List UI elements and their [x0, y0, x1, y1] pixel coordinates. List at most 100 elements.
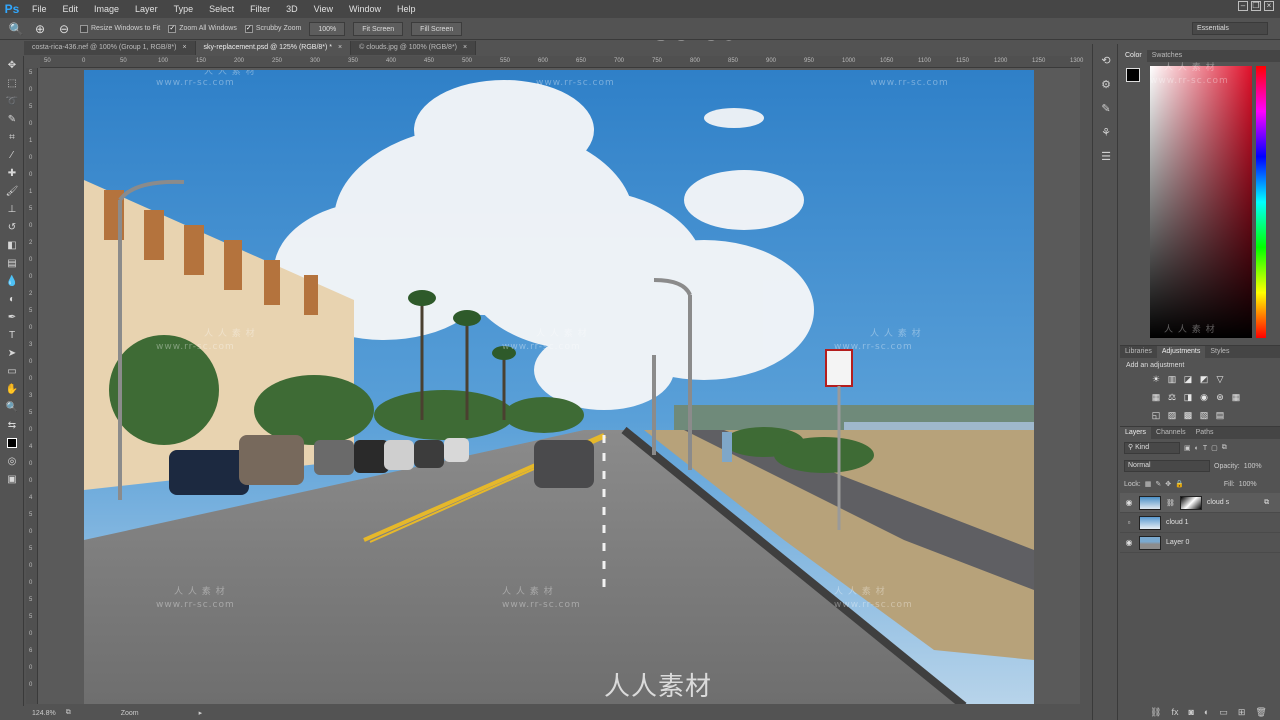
lasso-tool-icon[interactable]: ➰ [0, 92, 24, 110]
layer-row[interactable]: ◉ ⛓ cloud s ⧉ [1120, 493, 1280, 513]
color-swatch-icon[interactable] [0, 434, 24, 452]
layer-row[interactable]: ▫ cloud 1 [1120, 513, 1280, 533]
fit-screen-button[interactable]: Fit Screen [353, 21, 404, 36]
fx-icon[interactable]: fx [1171, 707, 1178, 718]
zoom-tool-icon[interactable]: 🔍 [8, 21, 24, 37]
dodge-tool-icon[interactable]: ◐ [0, 290, 24, 308]
eyedropper-tool-icon[interactable]: ⁄ [0, 146, 24, 164]
curves-icon[interactable]: ◪ [1182, 373, 1194, 385]
tab-layers[interactable]: Layers [1120, 427, 1152, 439]
photo-filter-icon[interactable]: ◉ [1198, 391, 1210, 403]
link-layers-icon[interactable]: ⛓ [1150, 707, 1161, 718]
scrubby-zoom-checkbox[interactable]: ✓ Scrubby Zoom [244, 24, 301, 33]
zoom-in-icon[interactable]: ⊕ [32, 21, 48, 37]
levels-icon[interactable]: ▥ [1166, 373, 1178, 385]
add-mask-icon[interactable]: ◙ [1188, 707, 1193, 718]
hand-tool-icon[interactable]: ✋ [0, 380, 24, 398]
document-image[interactable]: 人 人 素 材 www.rr-sc.com www.rr-sc.com www.… [84, 70, 1034, 704]
selective-color-icon[interactable]: ▤ [1214, 409, 1226, 421]
gradient-tool-icon[interactable]: ▤ [0, 254, 24, 272]
tab-clouds[interactable]: © clouds.jpg @ 100% (RGB/8*) × [351, 41, 477, 55]
resize-windows-checkbox[interactable]: Resize Windows to Fit [80, 24, 160, 33]
new-layer-icon[interactable]: ⊞ [1238, 707, 1246, 718]
tab-color[interactable]: Color [1120, 50, 1147, 62]
tab-channels[interactable]: Channels [1151, 427, 1191, 439]
exposure-icon[interactable]: ◩ [1198, 373, 1210, 385]
blur-tool-icon[interactable]: 💧 [0, 272, 24, 290]
tab-costa-rica[interactable]: costa-rica-436.nef @ 100% (Group 1, RGB/… [24, 41, 196, 55]
filter-type-icon[interactable]: T [1203, 445, 1207, 452]
fill-screen-button[interactable]: Fill Screen [411, 21, 463, 36]
opacity-value[interactable]: 100% [1244, 463, 1262, 470]
marquee-tool-icon[interactable]: ⬚ [0, 74, 24, 92]
brush-settings-icon[interactable]: ✎ [1093, 96, 1119, 120]
path-select-tool-icon[interactable]: ➤ [0, 344, 24, 362]
close-icon[interactable]: × [1264, 1, 1274, 11]
tab-paths[interactable]: Paths [1191, 427, 1219, 439]
quick-mask-icon[interactable]: ◎ [0, 452, 24, 470]
filter-adjust-icon[interactable]: ◐ [1195, 445, 1199, 452]
hue-slider[interactable] [1256, 66, 1266, 338]
healing-brush-tool-icon[interactable]: ✚ [0, 164, 24, 182]
menu-item-window[interactable]: Window [341, 0, 389, 18]
posterize-icon[interactable]: ▨ [1166, 409, 1178, 421]
menu-item-image[interactable]: Image [86, 0, 127, 18]
eye-hidden-icon[interactable]: ▫ [1124, 518, 1134, 527]
canvas-area[interactable]: 人 人 素 材 www.rr-sc.com www.rr-sc.com www.… [38, 68, 1080, 704]
close-icon[interactable]: × [463, 44, 467, 51]
filter-shape-icon[interactable]: ▢ [1211, 444, 1218, 452]
clone-stamp-tool-icon[interactable]: ⊥ [0, 200, 24, 218]
layer-row[interactable]: ◉ Layer 0 [1120, 533, 1280, 553]
eraser-tool-icon[interactable]: ◧ [0, 236, 24, 254]
workspace-select[interactable]: Essentials [1192, 22, 1268, 35]
black-white-icon[interactable]: ◨ [1182, 391, 1194, 403]
lock-transparent-icon[interactable]: ▦ [1145, 480, 1152, 488]
quick-select-tool-icon[interactable]: ✎ [0, 110, 24, 128]
brightness-icon[interactable]: ☀ [1150, 373, 1162, 385]
menu-item-select[interactable]: Select [201, 0, 242, 18]
layer-mask-thumbnail[interactable] [1179, 495, 1202, 510]
minimize-icon[interactable]: – [1238, 1, 1248, 11]
screen-mode-icon[interactable]: ▣ [0, 470, 24, 488]
hue-saturation-icon[interactable]: ▦ [1150, 391, 1162, 403]
zoom-all-checkbox[interactable]: ✓ Zoom All Windows [168, 24, 237, 33]
kind-select[interactable]: ⚲ Kind [1124, 442, 1180, 454]
menu-item-edit[interactable]: Edit [55, 0, 87, 18]
menu-item-filter[interactable]: Filter [242, 0, 278, 18]
type-tool-icon[interactable]: T [0, 326, 24, 344]
trash-icon[interactable]: 🗑 [1255, 707, 1266, 718]
foreground-color-swatch[interactable] [1126, 68, 1140, 82]
close-icon[interactable]: × [338, 44, 342, 51]
status-arrow-icon[interactable]: ▸ [199, 709, 203, 717]
swap-colors-icon[interactable]: ⇆ [0, 416, 24, 434]
fill-value[interactable]: 100% [1239, 481, 1257, 488]
menu-item-3d[interactable]: 3D [278, 0, 306, 18]
tab-styles[interactable]: Styles [1205, 346, 1234, 358]
menu-item-view[interactable]: View [306, 0, 341, 18]
eye-icon[interactable]: ◉ [1124, 498, 1134, 507]
tab-adjustments[interactable]: Adjustments [1156, 346, 1206, 358]
tab-sky-replacement[interactable]: sky-replacement.psd @ 125% (RGB/8*) * × [195, 41, 352, 55]
zoom-100-button[interactable]: 100% [309, 21, 346, 36]
lock-move-icon[interactable]: ✥ [1165, 480, 1171, 488]
new-group-icon[interactable]: ▭ [1219, 707, 1228, 718]
filter-pixel-icon[interactable]: ▣ [1184, 444, 1191, 452]
gradient-map-icon[interactable]: ▧ [1198, 409, 1210, 421]
color-field[interactable] [1150, 66, 1252, 338]
actions-icon[interactable]: ☰ [1093, 144, 1119, 168]
move-tool-icon[interactable]: ✥ [0, 56, 24, 74]
brush-tool-icon[interactable]: 🖌 [0, 182, 24, 200]
filter-smart-icon[interactable]: ⧉ [1222, 444, 1227, 452]
pen-tool-icon[interactable]: ✒ [0, 308, 24, 326]
clone-source-icon[interactable]: ⚘ [1093, 120, 1119, 144]
crop-tool-icon[interactable]: ⌗ [0, 128, 24, 146]
zoom-level[interactable]: 124.8% [32, 710, 56, 717]
color-lookup-icon[interactable]: ▦ [1230, 391, 1242, 403]
menu-item-layer[interactable]: Layer [127, 0, 166, 18]
zoom-tool-icon[interactable]: 🔍 [0, 398, 24, 416]
history-icon[interactable]: ⟲ [1093, 48, 1119, 72]
menu-item-file[interactable]: File [24, 0, 55, 18]
invert-icon[interactable]: ◱ [1150, 409, 1162, 421]
history-brush-tool-icon[interactable]: ↺ [0, 218, 24, 236]
new-adjustment-icon[interactable]: ◐ [1204, 707, 1209, 718]
